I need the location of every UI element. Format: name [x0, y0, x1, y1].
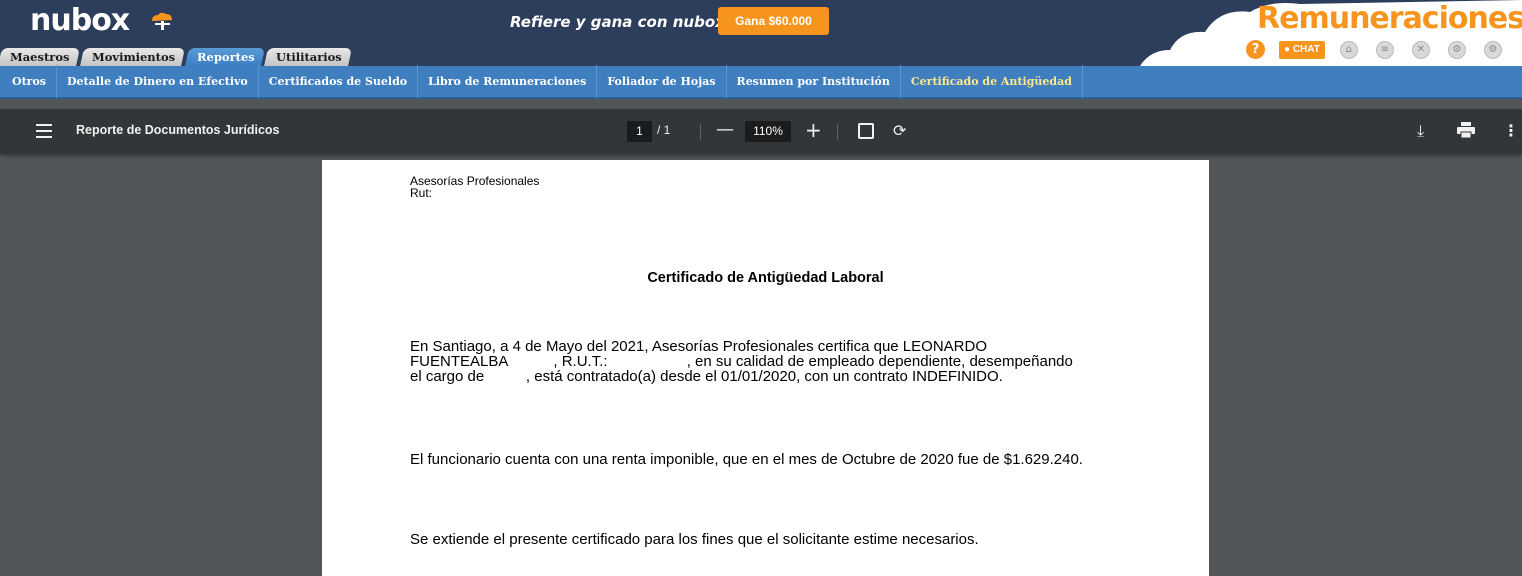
header-toolbar: ? ● CHAT ⌂ ≡ ✕ ⚙ ⚙ — [1246, 40, 1520, 59]
product-brand: Remuneraciones — [1257, 1, 1522, 36]
subnav-libro-remuneraciones[interactable]: Libro de Remuneraciones — [418, 65, 598, 98]
paragraph-line: FUENTEALBA , R.U.T.: , en su calidad de … — [410, 353, 1073, 370]
page-total: / 1 — [657, 123, 671, 137]
more-options-icon[interactable]: ⋮ — [1503, 121, 1519, 140]
nubox-logo[interactable]: nubox — [30, 4, 130, 38]
tools-icon[interactable]: ⚙ — [1447, 40, 1466, 59]
page-number-input[interactable]: 1 — [627, 121, 652, 142]
pdf-toolbar: Reporte de Documentos Jurídicos 1 / 1 — … — [0, 109, 1522, 154]
settings-icon[interactable]: ⚙ — [1483, 40, 1502, 59]
cloud-upload-icon — [152, 12, 172, 30]
print-icon[interactable] — [1457, 122, 1475, 138]
zoom-out-icon[interactable]: — — [716, 119, 734, 140]
rut-label: Rut: — [410, 186, 433, 200]
tab-label: Movimientos — [91, 50, 175, 64]
close-icon[interactable]: ✕ — [1411, 40, 1430, 59]
income-paragraph: El funcionario cuenta con una renta impo… — [410, 451, 1083, 468]
certificate-title: Certificado de Antigüedad Laboral — [647, 270, 884, 286]
report-subnav: Otros Detalle de Dinero en Efectivo Cert… — [0, 65, 1522, 99]
chat-button[interactable]: ● CHAT — [1279, 40, 1325, 59]
pdf-page: Asesorías Profesionales Rut: Certificado… — [322, 160, 1209, 576]
tab-label: Reportes — [196, 50, 255, 64]
certificate-body-paragraph: En Santiago, a 4 de Mayo del 2021, Aseso… — [410, 339, 1166, 384]
closing-paragraph: Se extiende el presente certificado para… — [410, 531, 979, 548]
main-tabs: Maestros Movimientos Reportes Utilitario… — [0, 48, 354, 66]
subnav-foliador-hojas[interactable]: Foliador de Hojas — [597, 65, 727, 98]
referral-text: Refiere y gana con nubox — [510, 13, 725, 31]
paragraph-line: En Santiago, a 4 de Mayo del 2021, Aseso… — [410, 338, 987, 355]
tab-utilitarios[interactable]: Utilitarios — [264, 48, 353, 66]
fit-page-icon[interactable] — [858, 123, 874, 139]
zoom-level-input[interactable]: 110% — [745, 121, 791, 142]
subnav-detalle-dinero[interactable]: Detalle de Dinero en Efectivo — [57, 65, 259, 98]
tab-maestros[interactable]: Maestros — [0, 48, 80, 66]
tab-label: Maestros — [10, 50, 70, 64]
pdf-document-title: Reporte de Documentos Jurídicos — [76, 123, 280, 137]
paragraph-line: el cargo de , está contratado(a) desde e… — [410, 368, 1003, 385]
zoom-in-icon[interactable]: + — [805, 118, 822, 142]
tab-label: Utilitarios — [276, 50, 343, 64]
gana-promo-button[interactable]: Gana $60.000 — [718, 7, 829, 35]
home-icon[interactable]: ⌂ — [1339, 40, 1358, 59]
subnav-otros[interactable]: Otros — [7, 65, 57, 98]
toolbar-divider — [837, 124, 838, 140]
subnav-certificado-antiguedad[interactable]: Certificado de Antigüedad — [901, 65, 1083, 98]
rotate-icon[interactable]: ⟳ — [893, 121, 906, 140]
toolbar-divider — [700, 124, 701, 140]
chat-label: CHAT — [1292, 44, 1320, 55]
subnav-certificados-sueldo[interactable]: Certificados de Sueldo — [259, 65, 419, 98]
tab-reportes[interactable]: Reportes — [184, 48, 265, 66]
download-icon[interactable]: ⤓ — [1417, 121, 1424, 141]
list-icon[interactable]: ≡ — [1375, 40, 1394, 59]
hamburger-menu-icon[interactable] — [36, 124, 52, 138]
app-header: nubox Refiere y gana con nubox Gana $60.… — [0, 0, 1522, 66]
company-header: Asesorías Profesionales Rut: — [410, 175, 539, 199]
subnav-resumen-institucion[interactable]: Resumen por Institución — [727, 65, 901, 98]
tab-movimientos[interactable]: Movimientos — [79, 48, 185, 66]
help-icon[interactable]: ? — [1246, 40, 1265, 59]
